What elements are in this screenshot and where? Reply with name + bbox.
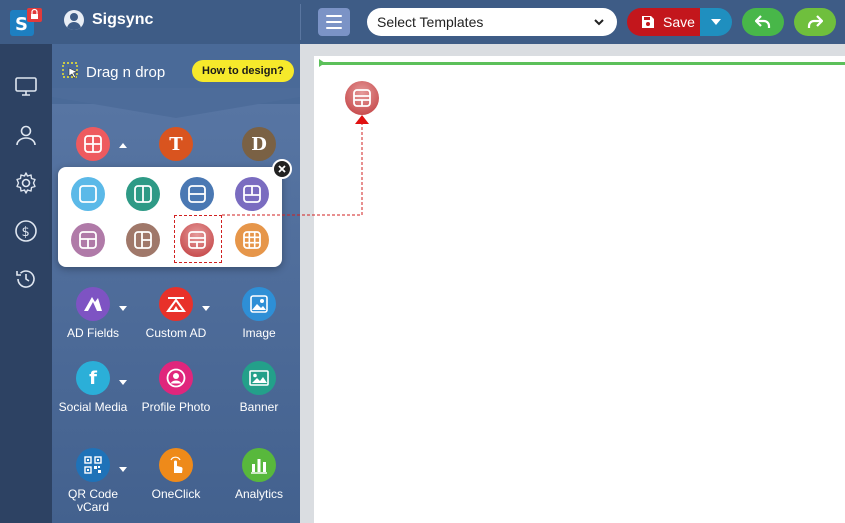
layout-two-column-option[interactable] bbox=[126, 177, 160, 211]
tool-label: QR Code vCard bbox=[67, 487, 119, 514]
tool-custom-ad[interactable]: Custom AD bbox=[134, 287, 218, 340]
how-to-design-button[interactable]: How to design? bbox=[192, 60, 294, 82]
app-logo-icon[interactable]: S bbox=[10, 8, 42, 38]
tool-analytics[interactable]: Analytics bbox=[217, 448, 301, 501]
save-button[interactable]: Save bbox=[627, 8, 700, 36]
canvas-guide-line bbox=[320, 62, 845, 65]
save-group: Save bbox=[627, 8, 732, 36]
undo-button[interactable] bbox=[742, 8, 784, 36]
caret-down-icon[interactable] bbox=[119, 380, 127, 385]
layout-one-left-two-right-option[interactable] bbox=[126, 223, 160, 257]
menu-button[interactable] bbox=[318, 8, 350, 36]
hamburger-icon-line bbox=[326, 15, 342, 17]
profile-photo-icon bbox=[159, 361, 193, 395]
qr-code-icon bbox=[76, 448, 110, 482]
redo-icon bbox=[807, 15, 823, 28]
left-rail: $ bbox=[0, 44, 52, 523]
history-icon[interactable] bbox=[14, 267, 38, 291]
gear-icon[interactable] bbox=[14, 171, 38, 195]
tool-social-media[interactable]: f Social Media bbox=[51, 361, 135, 414]
tool-banner[interactable]: Banner bbox=[217, 361, 301, 414]
layout-one-left-two-right-icon bbox=[134, 231, 152, 249]
hamburger-icon-line bbox=[326, 27, 342, 29]
layout-grid-option[interactable] bbox=[235, 223, 269, 257]
desktop-icon[interactable] bbox=[14, 74, 38, 98]
layout-two-row-icon bbox=[188, 185, 206, 203]
template-select-value: Select Templates bbox=[377, 14, 484, 30]
facebook-icon: f bbox=[76, 361, 110, 395]
tool-label: AD Fields bbox=[66, 326, 119, 340]
tool-profile-photo[interactable]: Profile Photo bbox=[134, 361, 218, 414]
user-avatar-icon[interactable] bbox=[64, 10, 84, 30]
panel-title: Drag n drop bbox=[86, 64, 166, 81]
hamburger-icon-line bbox=[326, 21, 342, 23]
dropped-layout-icon[interactable] bbox=[345, 81, 379, 115]
save-dropdown-button[interactable] bbox=[700, 8, 732, 36]
tool-label: OneClick bbox=[151, 487, 201, 501]
drag-drop-icon bbox=[62, 62, 78, 79]
layout-single-option[interactable] bbox=[71, 177, 105, 211]
custom-ad-icon bbox=[159, 287, 193, 321]
user-icon[interactable] bbox=[14, 123, 38, 147]
close-icon bbox=[278, 165, 286, 173]
tool-qr-code[interactable]: QR Code vCard bbox=[51, 448, 135, 514]
selected-layout-highlight bbox=[174, 215, 222, 263]
layout-two-top-one-bottom-option[interactable] bbox=[235, 177, 269, 211]
undo-icon bbox=[755, 15, 771, 28]
caret-down-icon bbox=[711, 19, 721, 25]
tool-label: Social Media bbox=[58, 400, 128, 414]
brand: Sigsync bbox=[64, 10, 153, 30]
signature-canvas[interactable] bbox=[314, 56, 845, 523]
layout-grid-icon bbox=[243, 231, 261, 249]
image-icon bbox=[242, 287, 276, 321]
layout-single-icon bbox=[79, 185, 97, 203]
tool-text[interactable]: T bbox=[134, 127, 218, 161]
tool-oneclick[interactable]: OneClick bbox=[134, 448, 218, 501]
top-divider bbox=[300, 4, 301, 40]
popup-close-button[interactable] bbox=[272, 159, 292, 179]
caret-down-icon[interactable] bbox=[119, 467, 127, 472]
redo-button[interactable] bbox=[794, 8, 836, 36]
banner-icon bbox=[242, 361, 276, 395]
caret-down-icon[interactable] bbox=[202, 306, 210, 311]
tool-ad-fields[interactable]: AD Fields bbox=[51, 287, 135, 340]
brand-name: Sigsync bbox=[92, 11, 154, 28]
tool-label: Custom AD bbox=[145, 326, 207, 340]
text-icon: T bbox=[159, 127, 193, 161]
top-bar: S Sigsync Select Templates Save bbox=[0, 0, 845, 44]
layout-one-top-two-bottom-icon bbox=[79, 231, 97, 249]
dollar-icon[interactable]: $ bbox=[14, 219, 38, 243]
layout-two-column-icon bbox=[134, 185, 152, 203]
caret-up-icon[interactable] bbox=[119, 143, 127, 148]
svg-text:S: S bbox=[15, 14, 28, 35]
floppy-disk-icon bbox=[642, 16, 654, 28]
analytics-icon bbox=[242, 448, 276, 482]
divider-icon: D bbox=[242, 127, 276, 161]
tool-label: Banner bbox=[239, 400, 279, 414]
save-label: Save bbox=[663, 14, 695, 30]
tool-image[interactable]: Image bbox=[217, 287, 301, 340]
tool-divider[interactable]: D bbox=[217, 127, 301, 161]
caret-down-icon[interactable] bbox=[119, 306, 127, 311]
svg-text:$: $ bbox=[22, 225, 30, 240]
canvas-guide-start bbox=[319, 59, 325, 67]
tool-label: Profile Photo bbox=[141, 400, 211, 414]
tool-label: Analytics bbox=[234, 487, 284, 501]
tool-label: Image bbox=[242, 326, 276, 340]
layout-two-top-one-bottom-icon bbox=[243, 185, 261, 203]
chevron-down-icon bbox=[594, 19, 604, 26]
template-select[interactable]: Select Templates bbox=[367, 8, 617, 36]
panel-header-notch bbox=[52, 88, 300, 118]
oneclick-icon bbox=[159, 448, 193, 482]
layout-icon bbox=[76, 127, 110, 161]
ad-fields-icon bbox=[76, 287, 110, 321]
layout-one-top-two-bottom-option[interactable] bbox=[71, 223, 105, 257]
layout-two-row-option[interactable] bbox=[180, 177, 214, 211]
